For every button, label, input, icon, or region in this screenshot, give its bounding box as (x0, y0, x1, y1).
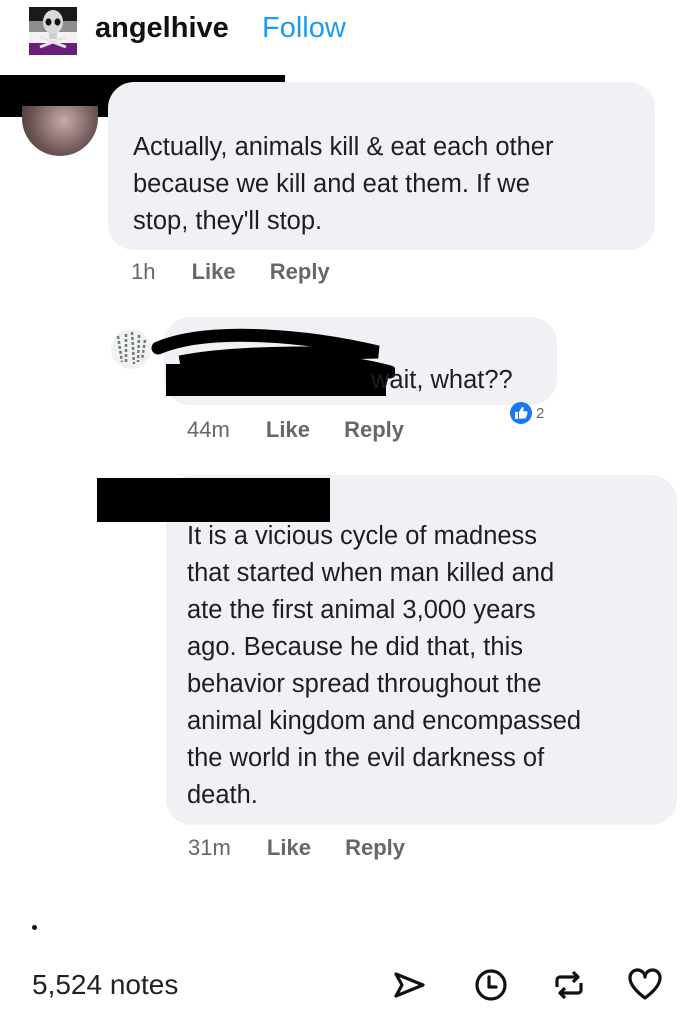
reaction-count: 2 (536, 404, 545, 422)
like-button[interactable]: Like (192, 259, 236, 284)
redacted-name-bar (97, 478, 330, 522)
reblog-icon[interactable] (549, 965, 589, 1005)
comment-time: 31m (188, 835, 231, 860)
reply-button[interactable]: Reply (344, 417, 404, 442)
comment-meta: 31m Like Reply (188, 835, 405, 861)
reaction-badge[interactable]: 2 (509, 400, 544, 426)
share-icon[interactable] (389, 965, 429, 1005)
notes-count[interactable]: 5,524 notes (32, 969, 178, 1001)
blog-username[interactable]: angelhive (95, 12, 229, 45)
comment-time: 1h (131, 259, 156, 284)
comment-text: Actually, animals kill & eat each other … (133, 133, 554, 235)
commenter-avatar (22, 106, 98, 156)
comment-meta: 1h Like Reply (131, 259, 330, 285)
comment-time: 44m (187, 417, 230, 442)
heart-icon[interactable] (625, 965, 665, 1005)
follow-button[interactable]: Follow (262, 12, 346, 45)
blog-avatar[interactable] (29, 7, 77, 55)
comment-meta: 44m Like Reply (187, 417, 404, 443)
caption-dot (32, 925, 37, 930)
like-button[interactable]: Like (267, 835, 311, 860)
reply-button[interactable]: Reply (270, 259, 330, 284)
comment-text: wait, what?? (371, 366, 513, 394)
reply-button[interactable]: Reply (345, 835, 405, 860)
comment-text: It is a vicious cycle of madness that st… (187, 522, 582, 809)
redacted-name-scribble (151, 328, 395, 396)
thumbs-up-icon (510, 402, 532, 424)
like-button[interactable]: Like (266, 417, 310, 442)
clock-icon[interactable] (471, 965, 511, 1005)
commenter-avatar (111, 329, 151, 369)
